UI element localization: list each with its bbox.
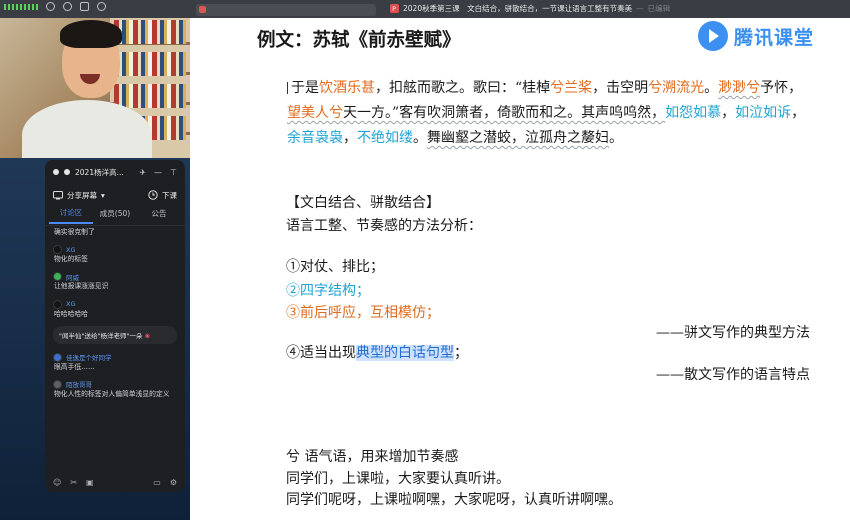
message-user[interactable]: 阿威 — [66, 272, 79, 282]
text-cursor — [287, 82, 288, 94]
highlighted-text: 典型的白话句型 — [356, 345, 454, 361]
message-text: 让他报课涨涨见识 — [54, 282, 109, 291]
chevron-down-icon: ▾ — [101, 190, 105, 200]
chat-tabs: 讨论区 成员(50) 公告 — [45, 206, 185, 226]
clock-icon — [148, 190, 158, 200]
end-class-button[interactable]: 下课 — [148, 190, 177, 201]
minimize-icon[interactable]: — — [154, 168, 162, 177]
point-four-char: ②四字结构； — [286, 283, 370, 299]
message-icon[interactable]: ▭ — [153, 478, 161, 487]
note-sanwen: ——散文写作的语言特点 — [656, 367, 810, 383]
list-item: 确实很克制了 — [53, 228, 177, 237]
message-user[interactable]: XG — [66, 246, 76, 254]
pin-icon[interactable]: ⊤ — [170, 168, 177, 177]
books-row — [114, 52, 186, 76]
share-row: 分享屏幕 ▾ 下课 — [45, 184, 185, 206]
chat-toolbar: ☺ ✂ ▣ ▭ ⚙ — [45, 472, 185, 492]
ppt-icon — [199, 6, 206, 13]
point-echo: ③前后呼应，互相模仿； — [286, 305, 440, 321]
screen-icon — [53, 190, 63, 199]
emoji-icon[interactable]: ☺ — [53, 478, 61, 487]
settings-icon[interactable]: ⚙ — [170, 478, 177, 487]
ppt-file-icon: P — [390, 4, 399, 13]
document-tab[interactable] — [196, 4, 376, 16]
webcam-video — [0, 12, 190, 158]
window-title: P 2020秋季第三课 文白结合，骈散结合，一节课让语言工整有节奏美 — 已编辑 — [390, 3, 670, 14]
signal-icon — [4, 3, 38, 10]
settings-icon[interactable] — [97, 2, 106, 11]
tab-announcement[interactable]: 公告 — [137, 208, 181, 223]
xi-explanation: 兮 语气语，用来增加节奏感 — [286, 449, 459, 465]
message-text: 眼高手低…… — [54, 362, 95, 371]
svg-text:P: P — [392, 6, 396, 13]
tencent-classroom-logo: 腾讯课堂 — [698, 21, 814, 51]
scissors-icon[interactable]: ✂ — [70, 478, 77, 487]
list-item: 阿威 让他报课涨涨见识 — [53, 271, 177, 291]
section-subheading: 语言工整、节奏感的方法分析： — [286, 218, 482, 234]
presenter-hair — [60, 20, 122, 48]
books-row — [114, 20, 186, 44]
note-pianwen: ——骈文写作的典型方法 — [656, 325, 810, 341]
list-item: 陌放哥哥 物化人性的标签对人偏简单浅显的定义 — [53, 379, 177, 399]
plane-icon[interactable]: ✈ — [139, 168, 146, 177]
gift-notice: "闻半仙"送给"杨洋老师"一朵 ❀ — [53, 325, 177, 344]
avatar[interactable] — [53, 245, 62, 255]
message-text: 确实很克制了 — [54, 228, 95, 236]
tab-members[interactable]: 成员(50) — [93, 208, 137, 223]
message-user[interactable]: 陌放哥哥 — [66, 379, 92, 389]
list-item: XG 物化的标签 — [53, 244, 177, 264]
top-bar: P 2020秋季第三课 文白结合，骈散结合，一节课让语言工整有节奏美 — 已编辑 — [0, 0, 850, 18]
window-dot-icon[interactable] — [53, 169, 59, 175]
flower-icon: ❀ — [144, 331, 150, 340]
record-icon[interactable] — [80, 2, 89, 11]
message-text: 物化人性的标签对人偏简单浅显的定义 — [54, 389, 170, 398]
window-title-text: 2020秋季第三课 文白结合，骈散结合，一节课让语言工整有节奏美 — [403, 4, 633, 13]
logo-text: 腾讯课堂 — [734, 26, 815, 49]
list-item: XG 哈哈哈哈哈 — [53, 299, 177, 319]
chat-header: 2021杨洋高... ✈ — ⊤ — [45, 160, 185, 184]
books-row — [114, 84, 186, 108]
section-heading: 【文白结合、骈散结合】 — [286, 195, 440, 211]
avatar[interactable] — [53, 299, 62, 309]
room-title: 2021杨洋高... — [75, 167, 124, 177]
list-item: 佳逸是个好同学 眼高手低…… — [53, 352, 177, 372]
share-screen-button[interactable]: 分享屏幕 ▾ — [53, 190, 105, 201]
point-parallelism: ①对仗、排比； — [286, 259, 384, 275]
mic-icon[interactable] — [46, 2, 55, 11]
tab-discussion[interactable]: 讨论区 — [49, 207, 93, 224]
message-text: 哈哈哈哈哈 — [54, 309, 88, 318]
message-user[interactable]: XG — [66, 300, 76, 308]
poem-excerpt: 于是饮酒乐甚，扣舷而歌之。歌曰：“桂棹兮兰桨，击空明兮溯流光。渺渺兮予怀，望美人… — [287, 80, 806, 146]
message-user[interactable]: 佳逸是个好同学 — [66, 352, 112, 362]
play-logo-icon — [698, 21, 728, 51]
gift-text: "闻半仙"送给"杨洋老师"一朵 — [59, 331, 143, 340]
point-vernacular: ④适当出现典型的白话句型； — [286, 345, 468, 361]
image-icon[interactable]: ▣ — [86, 478, 94, 487]
edit-status: 已编辑 — [647, 4, 671, 13]
example-plain: 同学们，上课啦，大家要认真听讲。 — [286, 471, 510, 487]
share-screen-label: 分享屏幕 — [67, 190, 97, 200]
end-class-label: 下课 — [162, 190, 177, 200]
camera-icon[interactable] — [63, 2, 72, 11]
avatar[interactable] — [53, 379, 62, 389]
message-text: 物化的标签 — [54, 255, 88, 264]
avatar[interactable] — [53, 352, 62, 362]
slide-title: 例文：苏轼《前赤壁赋》 — [257, 30, 461, 51]
top-bar-controls — [4, 2, 106, 11]
screen-root: { "window": { "title": "2020秋季第三课 文白结合，骈… — [0, 0, 850, 520]
chat-panel: 2021杨洋高... ✈ — ⊤ 分享屏幕 ▾ 下课 讨论区 成员(50) 公告 — [45, 160, 185, 492]
avatar[interactable] — [53, 272, 62, 282]
slide-canvas: 例文：苏轼《前赤壁赋》 腾讯课堂 于是饮酒乐甚，扣舷而歌之。歌曰：“桂棹兮兰桨，… — [190, 18, 850, 520]
message-list: 确实很克制了 XG 物化的标签 阿威 让他报课涨涨见识 XG 哈哈哈哈哈 "闻半… — [45, 226, 185, 408]
example-rhythm: 同学们呢呀，上课啦啊嘿，大家呢呀，认真听讲啊嘿。 — [286, 492, 622, 508]
window-dot-icon[interactable] — [64, 169, 70, 175]
